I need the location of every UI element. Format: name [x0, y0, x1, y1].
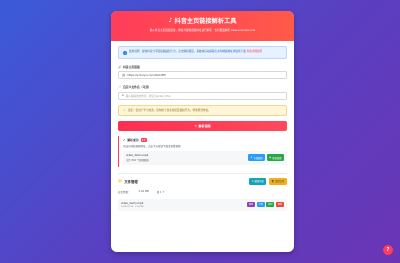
tiktok-icon: ♪: [168, 17, 173, 24]
file-manager-title: 📁 文件管理: [118, 179, 138, 184]
video-size: 文件 892 个视频数据: [126, 159, 149, 162]
text-input-icon: A: [122, 94, 124, 97]
stats-count: 共 1 个: [156, 190, 165, 194]
main-card: ♪ 抖音主页链接解析工具 输入抖音主页视频链接，解析并提取视频地址进行解析 · …: [111, 11, 294, 252]
url-input[interactable]: ⛓ https://v.douyin.com/iAbCdEf/: [118, 71, 287, 79]
info-text: 使用说明：复制抖音分享链接粘贴到下方，点击解析按钮，系统将自动获取无水印视频地址…: [129, 50, 246, 53]
check-icon: ✔: [123, 137, 126, 142]
file-name: video_demo.mp4: [121, 201, 144, 205]
parse-button[interactable]: ✎ 解析视频: [118, 120, 287, 131]
info-link[interactable]: 查看详细说明: [247, 50, 263, 53]
file-stats: 总文件数： 2.04 MB 共 1 个: [118, 189, 165, 194]
trash-icon: 🗑: [271, 179, 275, 183]
page-title: ♪ 抖音主页链接解析工具: [168, 17, 237, 25]
help-button[interactable]: ?: [383, 245, 393, 255]
refresh-icon: ↻: [251, 179, 254, 183]
file-manager-header: 📁 文件管理 ↻ 刷新列表 🗑 清空文件: [118, 177, 287, 185]
filename-label: 📄 自定义文件名（可选）: [118, 85, 151, 89]
clear-files-button[interactable]: 🗑 清空文件: [268, 177, 287, 185]
result-title: ✔ 解析成功 1个: [123, 137, 148, 142]
magic-icon: ✎: [194, 123, 197, 128]
file-delete-button[interactable]: 删除: [275, 202, 284, 208]
file-copy-button[interactable]: 复制: [266, 202, 275, 208]
file-meta: 2024-05-18 · 2.04 MB: [121, 205, 144, 208]
url-label: 🔗 抖音主页链接: [118, 64, 140, 69]
file-download-button[interactable]: 下载: [256, 202, 265, 208]
info-box: i 使用说明：复制抖音分享链接粘贴到下方，点击解析按钮，系统将自动获取无水印视频…: [118, 46, 287, 59]
file-play-button[interactable]: 播放: [246, 202, 256, 208]
file-item: video_demo.mp4 2024-05-18 · 2.04 MB 播放 下…: [118, 198, 287, 211]
result-panel: ✔ 解析成功 1个 已成功获取视频地址，点击下方按钮下载或查看视频 video_…: [118, 135, 287, 167]
warning-icon: ⚠: [123, 108, 126, 112]
play-icon: ▶: [269, 156, 272, 160]
page-subtitle: 输入抖音主页视频链接，解析并提取视频地址进行解析 · 支持批量解析 www.ex…: [149, 29, 256, 32]
video-name: video_demo.mp4: [126, 153, 149, 157]
warning-box: ⚠ 注意：仅用于学习交流，请勿用于商业用途及侵权行为，尊重原创作者。: [118, 104, 287, 116]
link-icon: 🔗: [118, 64, 122, 69]
card-header: ♪ 抖音主页链接解析工具 输入抖音主页视频链接，解析并提取视频地址进行解析 · …: [111, 11, 294, 41]
download-icon: ⬇: [250, 156, 253, 160]
filename-input[interactable]: A 输入保存的文件名，默认为video_title: [118, 91, 287, 100]
video-item: video_demo.mp4 文件 892 个视频数据 ⬇ 下载视频 ▶ 预览视…: [123, 150, 287, 165]
info-icon: i: [123, 50, 127, 55]
result-desc: 已成功获取视频地址，点击下方按钮下载或查看视频: [123, 144, 181, 148]
link-input-icon: ⛓: [122, 73, 126, 77]
divider: [118, 173, 287, 174]
stats-size: 2.04 MB: [138, 189, 149, 193]
refresh-list-button[interactable]: ↻ 刷新列表: [249, 177, 267, 185]
preview-video-button[interactable]: ▶ 预览视频: [267, 154, 284, 162]
file-icon: 📄: [118, 85, 122, 89]
result-badge: 1个: [140, 137, 148, 142]
download-video-button[interactable]: ⬇ 下载视频: [247, 154, 266, 162]
folder-icon: 📁: [118, 179, 123, 183]
